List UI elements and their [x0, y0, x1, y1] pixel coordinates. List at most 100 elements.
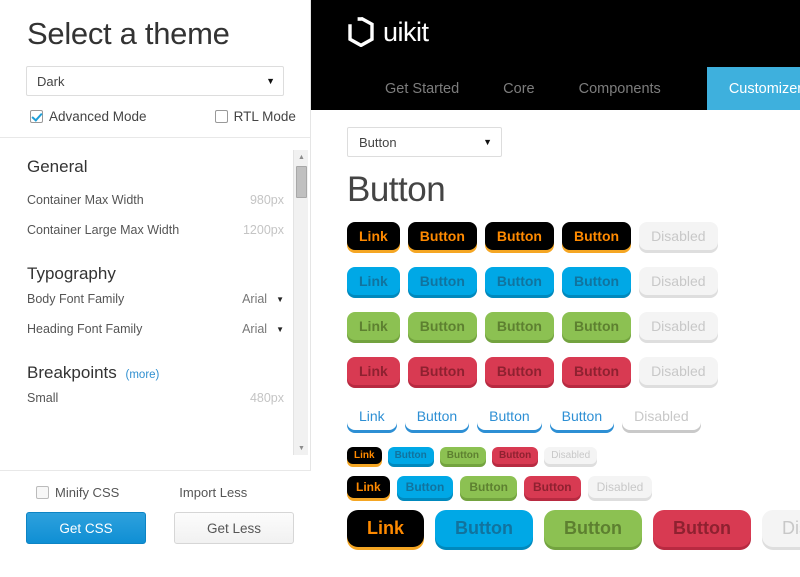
section-title-breakpoints: Breakpoints (more): [27, 344, 284, 383]
theme-select-value: Dark: [37, 73, 65, 89]
demo-button-link[interactable]: Link: [347, 357, 400, 385]
row-spacer: [347, 498, 800, 510]
demo-button-button[interactable]: Button: [460, 476, 517, 498]
advanced-mode-label: Advanced Mode: [49, 109, 147, 124]
breakpoints-more-link[interactable]: (more): [126, 369, 160, 381]
nav-tabs: Get Started Core Components Customizer: [363, 67, 800, 110]
demo-button-link[interactable]: Link: [347, 447, 382, 464]
demo-button-button[interactable]: Button: [561, 357, 632, 385]
customizer-page: Select a theme Dark ▼ Advanced Mode RTL …: [0, 0, 800, 577]
row-spacer: [347, 464, 800, 476]
option-row[interactable]: Container Large Max Width 1200px: [27, 215, 284, 245]
button-row: LinkButtonButtonButtonDisabled: [347, 510, 800, 547]
demo-button-button[interactable]: Button: [561, 222, 632, 250]
demo-button-button[interactable]: Button: [396, 476, 454, 498]
demo-button-button[interactable]: Button: [523, 476, 581, 498]
demo-button-link[interactable]: Link: [347, 267, 400, 295]
option-label: Heading Font Family: [27, 322, 143, 336]
option-row[interactable]: Small 480px: [27, 383, 284, 413]
scrollbar-thumb[interactable]: [296, 166, 307, 198]
chevron-down-icon: ▼: [266, 75, 275, 86]
nav-tab-customizer[interactable]: Customizer: [706, 67, 800, 110]
row-spacer: [347, 340, 800, 357]
demo-button-button[interactable]: Button: [492, 447, 539, 464]
demo-button-button[interactable]: Button: [484, 222, 554, 250]
demo-button-button[interactable]: Button: [561, 267, 632, 295]
demo-button-disabled: Disabled: [622, 402, 700, 430]
demo-button-button[interactable]: Button: [484, 267, 554, 295]
demo-button-button[interactable]: Button: [407, 357, 477, 385]
option-label: Container Large Max Width: [27, 223, 180, 237]
advanced-mode-checkbox[interactable]: Advanced Mode: [30, 109, 147, 124]
sidebar-scrollbar[interactable]: ▲ ▼: [293, 150, 308, 455]
demo-button-button[interactable]: Button: [387, 447, 434, 464]
footer-buttons: Get CSS Get Less: [0, 500, 311, 544]
row-spacer: [347, 430, 800, 447]
demo-button-button[interactable]: Button: [477, 402, 541, 430]
demo-button-button[interactable]: Button: [407, 312, 477, 340]
demo-button-button[interactable]: Button: [439, 447, 486, 464]
chevron-down-icon: ▼: [483, 137, 492, 147]
scroll-down-arrow-icon[interactable]: ▼: [294, 441, 309, 455]
component-select[interactable]: Button ▼: [347, 127, 502, 157]
option-select[interactable]: Arial ▼: [242, 322, 284, 336]
checkbox-box-rtl[interactable]: [214, 110, 228, 123]
demo-button-button[interactable]: Button: [652, 510, 751, 547]
sidebar-footer: Minify CSS Import Less Get CSS Get Less: [0, 470, 311, 577]
get-less-button[interactable]: Get Less: [174, 512, 294, 544]
settings-scroll-area[interactable]: General Container Max Width 980px Contai…: [0, 138, 310, 460]
option-value: 1200px: [242, 223, 284, 237]
minify-css-label: Minify CSS: [55, 485, 120, 500]
nav-tab-core[interactable]: Core: [481, 67, 556, 110]
demo-button-disabled: Disabled: [639, 267, 718, 295]
nav-tab-get-started[interactable]: Get Started: [363, 67, 481, 110]
button-row: LinkButtonButtonButtonDisabled: [347, 222, 800, 250]
option-row[interactable]: Container Max Width 980px: [27, 185, 284, 215]
demo-button-link[interactable]: Link: [347, 510, 425, 547]
brand[interactable]: uikit: [311, 0, 800, 47]
button-row: Link Button Button Button Disabled: [347, 402, 800, 430]
section-title-typography: Typography: [27, 245, 284, 284]
get-css-button[interactable]: Get CSS: [26, 512, 146, 544]
demo-button-button[interactable]: Button: [405, 402, 469, 430]
section-title-general: General: [27, 138, 284, 177]
component-heading: Button: [347, 170, 446, 209]
demo-button-button[interactable]: Button: [407, 267, 477, 295]
option-row[interactable]: Heading Font Family Arial ▼: [27, 314, 284, 344]
option-row[interactable]: Body Font Family Arial ▼: [27, 284, 284, 314]
theme-select[interactable]: Dark ▼: [26, 66, 284, 96]
demo-button-link[interactable]: Link: [347, 222, 400, 250]
demo-button-button[interactable]: Button: [550, 402, 614, 430]
option-select[interactable]: Arial ▼: [242, 292, 284, 306]
button-row: LinkButtonButtonButtonDisabled: [347, 267, 800, 295]
import-less-label: Import Less: [179, 485, 248, 500]
demo-button-link[interactable]: Link: [347, 402, 397, 430]
demo-button-link[interactable]: Link: [347, 476, 390, 498]
demo-button-button[interactable]: Button: [435, 510, 533, 547]
demo-button-button[interactable]: Button: [484, 357, 554, 385]
button-row: LinkButtonButtonButtonDisabled: [347, 357, 800, 385]
checkbox-box-advanced[interactable]: [30, 110, 43, 123]
demo-button-disabled: Disabled: [639, 312, 718, 340]
demo-button-button[interactable]: Button: [544, 510, 642, 547]
preview-pane: uikit Get Started Core Components Custom…: [311, 0, 800, 577]
rtl-mode-checkbox[interactable]: RTL Mode: [214, 109, 296, 124]
button-row: LinkButtonButtonButtonDisabled: [347, 312, 800, 340]
demo-button-disabled: Disabled: [587, 476, 653, 498]
option-value: 480px: [249, 391, 284, 405]
row-spacer: [347, 250, 800, 267]
option-label: Small: [27, 391, 59, 405]
demo-button-disabled: Disabled: [639, 222, 718, 250]
scroll-up-arrow-icon[interactable]: ▲: [294, 150, 309, 164]
demo-button-button[interactable]: Button: [561, 312, 632, 340]
row-spacer: [347, 385, 800, 402]
nav-tab-components[interactable]: Components: [557, 67, 683, 110]
demo-button-link[interactable]: Link: [347, 312, 400, 340]
demo-button-button[interactable]: Button: [407, 222, 477, 250]
minify-css-checkbox[interactable]: Minify CSS: [36, 485, 119, 500]
checkbox-box-minify[interactable]: [36, 486, 49, 499]
demo-button-button[interactable]: Button: [484, 312, 554, 340]
demo-button-disabled: Disabled: [544, 447, 598, 464]
site-navbar: uikit Get Started Core Components Custom…: [311, 0, 800, 110]
